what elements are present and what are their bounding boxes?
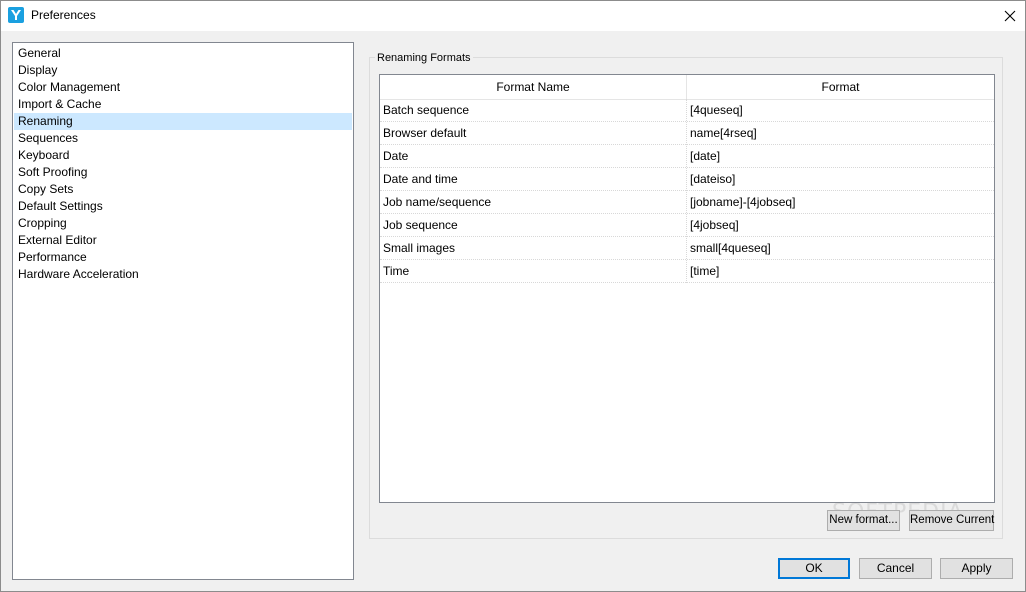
- format-name-cell: Date and time: [383, 172, 458, 186]
- format-cell: name[4rseq]: [690, 126, 757, 140]
- sidebar-item-performance[interactable]: Performance: [14, 249, 352, 266]
- sidebar-item-color-management[interactable]: Color Management: [14, 79, 352, 96]
- column-header-format[interactable]: Format: [687, 75, 994, 99]
- format-cell: small[4queseq]: [690, 241, 771, 255]
- sidebar-item-soft-proofing[interactable]: Soft Proofing: [14, 164, 352, 181]
- remove-current-button[interactable]: Remove Current: [909, 510, 994, 531]
- format-name-cell: Date: [383, 149, 409, 163]
- category-list[interactable]: General Display Color Management Import …: [12, 42, 354, 580]
- sidebar-item-hardware-acceleration[interactable]: Hardware Acceleration: [14, 266, 352, 283]
- sidebar-item-default-settings[interactable]: Default Settings: [14, 198, 352, 215]
- sidebar-item-cropping[interactable]: Cropping: [14, 215, 352, 232]
- format-cell: [dateiso]: [690, 172, 736, 186]
- format-name-cell: Browser default: [383, 126, 467, 140]
- app-logo-icon: [8, 7, 24, 23]
- sidebar-item-renaming[interactable]: Renaming: [14, 113, 352, 130]
- format-cell: [jobname]-[4jobseq]: [690, 195, 796, 209]
- sidebar-item-import-cache[interactable]: Import & Cache: [14, 96, 352, 113]
- title-bar: Preferences: [0, 0, 1026, 31]
- sidebar-item-copy-sets[interactable]: Copy Sets: [14, 181, 352, 198]
- format-name-cell: Job sequence: [383, 218, 458, 232]
- table-row[interactable]: Job name/sequence [jobname]-[4jobseq]: [380, 191, 994, 214]
- table-row[interactable]: Date [date]: [380, 145, 994, 168]
- ok-button[interactable]: OK: [778, 558, 850, 579]
- sidebar-item-external-editor[interactable]: External Editor: [14, 232, 352, 249]
- sidebar-item-keyboard[interactable]: Keyboard: [14, 147, 352, 164]
- format-name-cell: Small images: [383, 241, 456, 255]
- close-icon: [1004, 10, 1016, 22]
- table-row[interactable]: Browser default name[4rseq]: [380, 122, 994, 145]
- new-format-button[interactable]: New format...: [827, 510, 900, 531]
- window-title: Preferences: [31, 8, 96, 22]
- group-label: Renaming Formats: [375, 51, 473, 65]
- table-row[interactable]: Batch sequence [4queseq]: [380, 99, 994, 122]
- format-name-cell: Job name/sequence: [383, 195, 492, 209]
- table-row[interactable]: Date and time [dateiso]: [380, 168, 994, 191]
- format-name-cell: Time: [383, 264, 410, 278]
- format-name-cell: Batch sequence: [383, 103, 470, 117]
- format-cell: [date]: [690, 149, 721, 163]
- table-row[interactable]: Job sequence [4jobseq]: [380, 214, 994, 237]
- format-cell: [4jobseq]: [690, 218, 739, 232]
- format-cell: [4queseq]: [690, 103, 743, 117]
- table-header: Format Name Format: [380, 75, 994, 100]
- apply-button[interactable]: Apply: [940, 558, 1013, 579]
- sidebar-item-general[interactable]: General: [14, 45, 352, 62]
- formats-table[interactable]: Format Name Format Batch sequence [4ques…: [379, 74, 995, 503]
- format-cell: [time]: [690, 264, 720, 278]
- column-header-format-name[interactable]: Format Name: [380, 75, 687, 99]
- table-row[interactable]: Time [time]: [380, 260, 994, 283]
- sidebar-item-display[interactable]: Display: [14, 62, 352, 79]
- close-button[interactable]: [994, 0, 1026, 31]
- cancel-button[interactable]: Cancel: [859, 558, 932, 579]
- sidebar-item-sequences[interactable]: Sequences: [14, 130, 352, 147]
- table-row[interactable]: Small images small[4queseq]: [380, 237, 994, 260]
